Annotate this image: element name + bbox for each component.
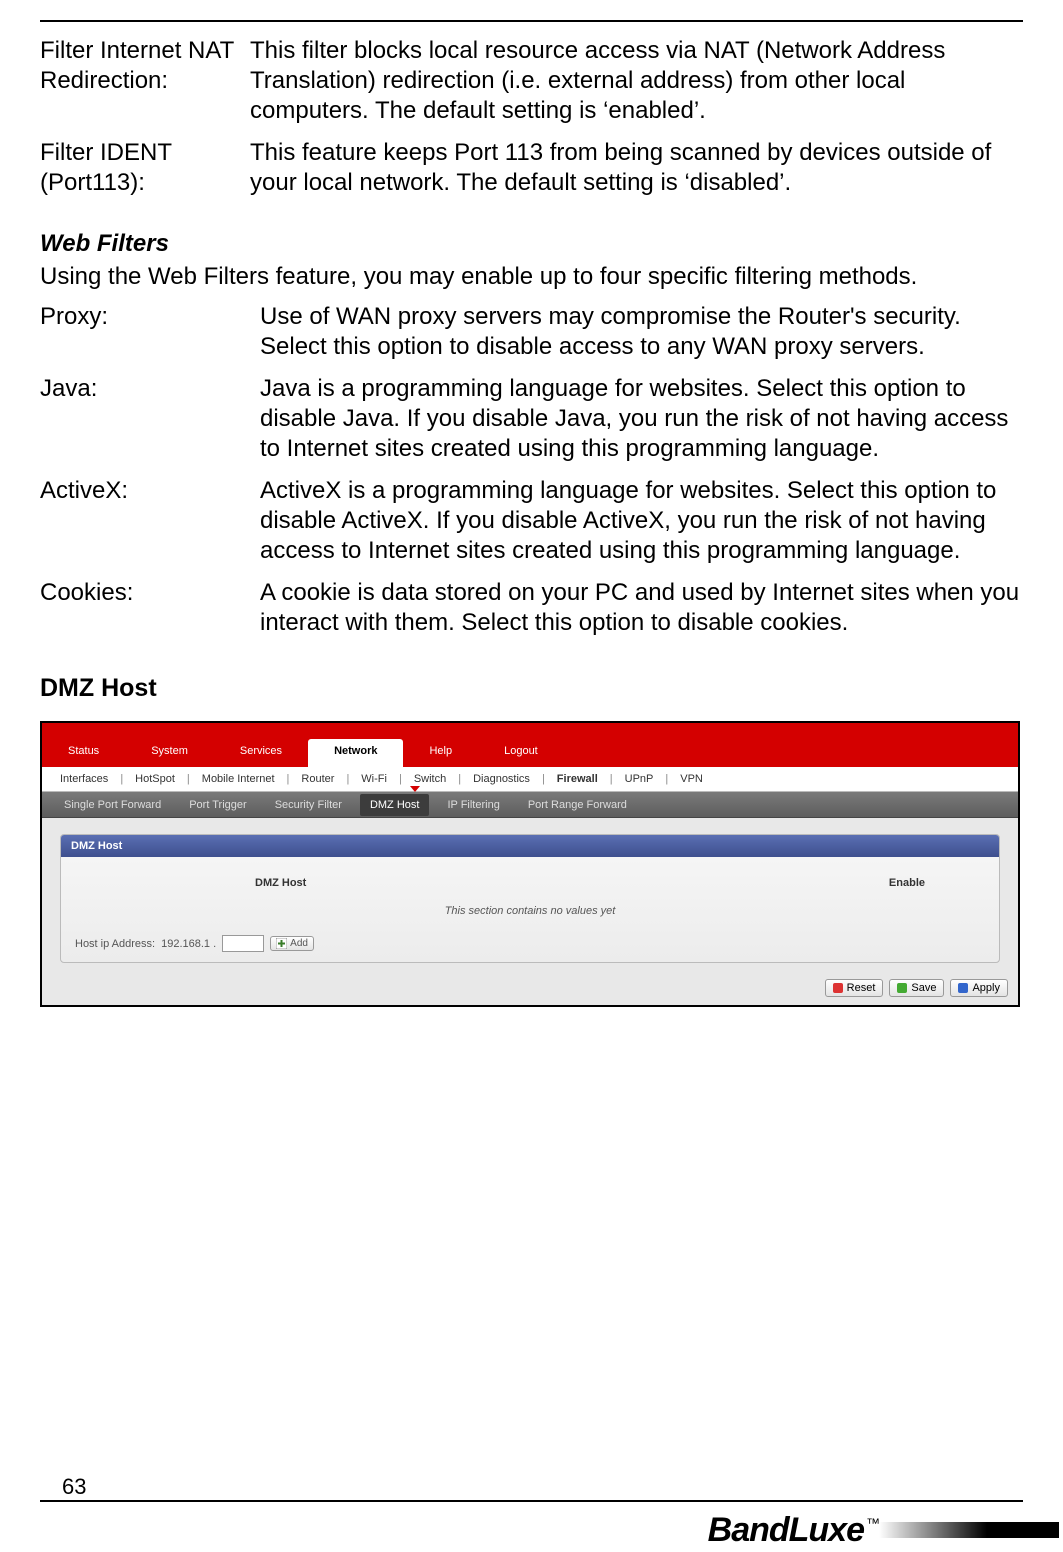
web-filters-table: Proxy: Use of WAN proxy servers may comp… [40, 302, 1023, 650]
filter-definitions-table: Filter Internet NAT Redirection: This fi… [40, 36, 1023, 210]
nav-separator: | [458, 773, 461, 785]
subtab-vpn[interactable]: VPN [674, 773, 709, 785]
table-row: Filter Internet NAT Redirection: This fi… [40, 36, 1023, 138]
table-row: ActiveX: ActiveX is a programming langua… [40, 476, 1023, 578]
tab-status[interactable]: Status [42, 737, 125, 767]
terttab-security-filter[interactable]: Security Filter [265, 794, 352, 816]
empty-message: This section contains no values yet [75, 899, 985, 935]
def-desc: Java is a programming language for websi… [260, 374, 1023, 476]
sub-nav: Interfaces | HotSpot | Mobile Internet | Ro… [42, 767, 1018, 792]
tab-logout[interactable]: Logout [478, 737, 564, 767]
def-desc: This feature keeps Port 113 from being s… [250, 138, 1023, 210]
subtab-wifi[interactable]: Wi-Fi [355, 773, 393, 785]
def-label: Filter IDENT (Port113): [40, 138, 250, 210]
apply-label: Apply [972, 982, 1000, 994]
subtab-upnp[interactable]: UPnP [619, 773, 660, 785]
column-headers: DMZ Host Enable [75, 873, 985, 899]
panel-title: DMZ Host [61, 835, 999, 857]
save-icon [897, 983, 907, 993]
subtab-mobile-internet[interactable]: Mobile Internet [196, 773, 281, 785]
table-row: Java: Java is a programming language for… [40, 374, 1023, 476]
terttab-dmz-host[interactable]: DMZ Host [360, 794, 430, 816]
terttab-ip-filtering[interactable]: IP Filtering [437, 794, 509, 816]
def-label: Filter Internet NAT Redirection: [40, 36, 250, 138]
subtab-diagnostics[interactable]: Diagnostics [467, 773, 536, 785]
col-enable: Enable [889, 877, 925, 889]
add-button-label: Add [290, 938, 308, 949]
nav-separator: | [665, 773, 668, 785]
tab-network[interactable]: Network [308, 739, 403, 767]
save-label: Save [911, 982, 936, 994]
tertiary-nav: Single Port Forward Port Trigger Securit… [42, 792, 1018, 818]
reset-icon [833, 983, 843, 993]
tab-services[interactable]: Services [214, 737, 308, 767]
nav-separator: | [120, 773, 123, 785]
reset-button[interactable]: Reset [825, 979, 884, 997]
tab-help[interactable]: Help [403, 737, 478, 767]
terttab-port-range-forward[interactable]: Port Range Forward [518, 794, 637, 816]
nav-separator: | [187, 773, 190, 785]
reset-label: Reset [847, 982, 876, 994]
host-ip-input[interactable] [222, 935, 264, 952]
host-ip-label: Host ip Address: [75, 938, 155, 950]
trademark-symbol: ™ [866, 1515, 879, 1531]
nav-separator: | [399, 773, 402, 785]
web-filters-heading: Web Filters [40, 230, 1023, 258]
page-number: 63 [40, 1474, 1023, 1502]
def-desc: This filter blocks local resource access… [250, 36, 1023, 138]
subtab-firewall[interactable]: Firewall [551, 773, 604, 785]
nav-separator: | [346, 773, 349, 785]
main-nav: Status System Services Network Help Logo… [42, 737, 1018, 767]
save-button[interactable]: Save [889, 979, 944, 997]
subtab-hotspot[interactable]: HotSpot [129, 773, 181, 785]
panel-body: DMZ Host Enable This section contains no… [61, 857, 999, 962]
host-ip-prefix: 192.168.1 . [161, 938, 216, 950]
brand-logo: BandLuxe™ [708, 1511, 879, 1550]
terttab-port-trigger[interactable]: Port Trigger [179, 794, 256, 816]
def-label: Java: [40, 374, 260, 476]
table-row: Filter IDENT (Port113): This feature kee… [40, 138, 1023, 210]
brand-text: BandLuxe [708, 1511, 864, 1549]
router-body: DMZ Host DMZ Host Enable This section co… [42, 818, 1018, 973]
brand-row: BandLuxe™ [0, 1508, 1063, 1552]
col-dmz-host: DMZ Host [255, 877, 306, 889]
table-row: Proxy: Use of WAN proxy servers may comp… [40, 302, 1023, 374]
def-label: ActiveX: [40, 476, 260, 578]
router-admin-screenshot: Status System Services Network Help Logo… [40, 721, 1020, 1007]
def-desc: Use of WAN proxy servers may compromise … [260, 302, 1023, 374]
subtab-router[interactable]: Router [295, 773, 340, 785]
def-label: Cookies: [40, 578, 260, 650]
header-accent-bar [42, 723, 1018, 737]
active-indicator-icon [410, 786, 420, 792]
dmz-host-heading: DMZ Host [40, 674, 1023, 703]
router-footer: Reset Save Apply [42, 973, 1018, 1005]
nav-separator: | [610, 773, 613, 785]
dmz-host-panel: DMZ Host DMZ Host Enable This section co… [60, 834, 1000, 963]
gradient-bar-icon [879, 1522, 1059, 1538]
top-rule [40, 20, 1023, 22]
subtab-interfaces[interactable]: Interfaces [54, 773, 114, 785]
subtab-switch[interactable]: Switch [408, 773, 452, 785]
tab-system[interactable]: System [125, 737, 214, 767]
def-desc: ActiveX is a programming language for we… [260, 476, 1023, 578]
add-button[interactable]: Add [270, 936, 314, 951]
def-desc: A cookie is data stored on your PC and u… [260, 578, 1023, 650]
apply-button[interactable]: Apply [950, 979, 1008, 997]
table-row: Cookies: A cookie is data stored on your… [40, 578, 1023, 650]
web-filters-intro: Using the Web Filters feature, you may e… [40, 262, 1023, 292]
nav-separator: | [287, 773, 290, 785]
host-ip-row: Host ip Address: 192.168.1 . Add [75, 935, 985, 952]
nav-separator: | [542, 773, 545, 785]
terttab-single-port-forward[interactable]: Single Port Forward [54, 794, 171, 816]
def-label: Proxy: [40, 302, 260, 374]
apply-icon [958, 983, 968, 993]
add-icon [276, 938, 287, 949]
page-footer: 63 BandLuxe™ [0, 1464, 1063, 1552]
